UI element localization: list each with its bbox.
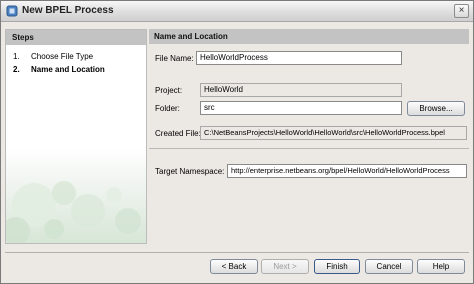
created-file-label: Created File: [155, 129, 201, 138]
help-button[interactable]: Help [417, 259, 465, 274]
close-button[interactable]: × [454, 4, 469, 18]
next-button[interactable]: Next > [261, 259, 309, 274]
target-namespace-label: Target Namespace: [155, 167, 225, 176]
folder-label: Folder: [155, 104, 180, 113]
browse-button[interactable]: Browse... [407, 101, 465, 116]
content-separator [149, 148, 469, 149]
project-field: HelloWorld [200, 83, 402, 97]
window-title: New BPEL Process [22, 5, 114, 16]
folder-input[interactable]: src [200, 101, 402, 115]
new-bpel-process-dialog: New BPEL Process × Steps 1. Choose File T… [0, 0, 474, 284]
step-label: Choose File Type [31, 52, 94, 61]
step-number: 1. [13, 52, 20, 61]
title-bar[interactable]: New BPEL Process × [1, 1, 473, 22]
steps-panel: Steps 1. Choose File Type 2. Name and Loca… [5, 29, 147, 244]
app-icon [6, 5, 18, 17]
step-name-and-location: 2. Name and Location [13, 65, 105, 74]
footer-separator [5, 252, 469, 253]
decorative-bubbles-graphic [6, 181, 141, 243]
project-label: Project: [155, 86, 183, 95]
step-label: Name and Location [31, 65, 105, 74]
steps-header: Steps [6, 30, 146, 45]
file-name-input[interactable]: HelloWorldProcess [196, 51, 402, 65]
target-namespace-input[interactable]: http://enterprise.netbeans.org/bpel/Hell… [227, 164, 467, 178]
close-icon: × [458, 5, 465, 16]
back-button[interactable]: < Back [210, 259, 258, 274]
content-header: Name and Location [149, 29, 469, 44]
finish-button[interactable]: Finish [314, 259, 360, 274]
cancel-button[interactable]: Cancel [365, 259, 413, 274]
step-number: 2. [13, 65, 20, 74]
created-file-field: C:\NetBeansProjects\HelloWorld\HelloWorl… [200, 126, 467, 140]
file-name-label: File Name: [155, 54, 194, 63]
step-choose-file-type: 1. Choose File Type [13, 52, 93, 61]
